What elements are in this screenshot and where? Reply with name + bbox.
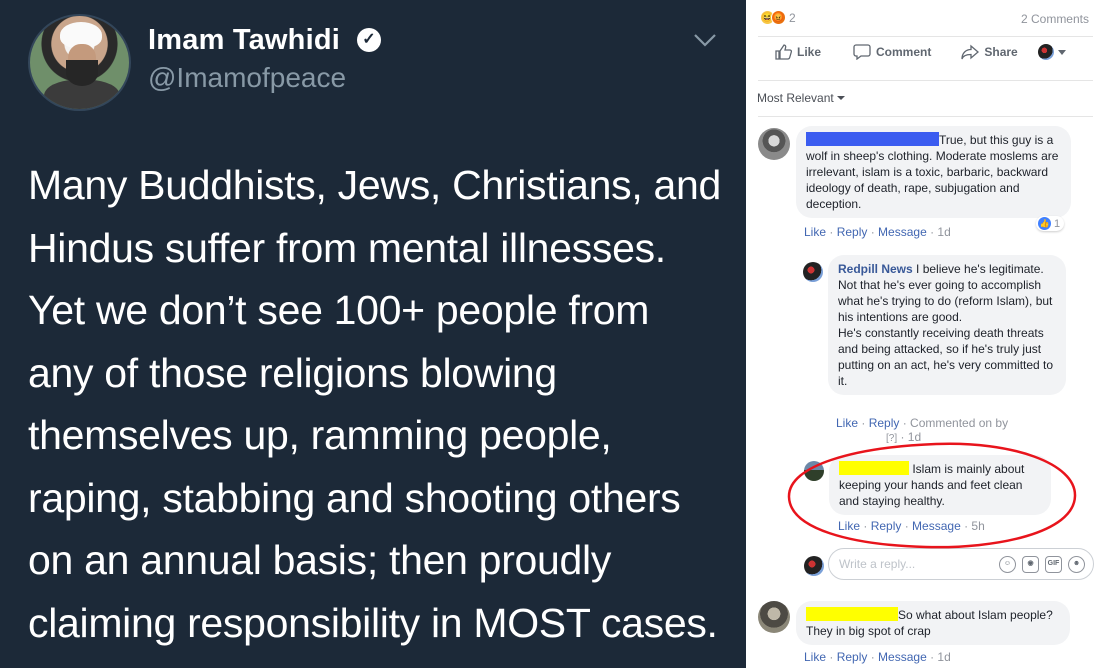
tweet-display-name[interactable]: Imam Tawhidi: [148, 24, 340, 57]
divider: [758, 80, 1093, 81]
comment-meta: Like · Reply · Message · 1d: [804, 650, 951, 664]
redacted-name: [839, 461, 909, 475]
page-avatar-icon: [1037, 44, 1054, 60]
comment-reply-link[interactable]: Reply: [871, 519, 902, 533]
comment-button[interactable]: Comment: [853, 44, 931, 60]
reply-input[interactable]: Write a reply... ☺ ◉ GIF ☻: [828, 548, 1094, 580]
comment-reply-link[interactable]: Reply: [837, 650, 868, 664]
chevron-down-icon[interactable]: [692, 30, 718, 50]
comment-bubble: So what about Islam people? They in big …: [796, 601, 1070, 645]
emoji-icon[interactable]: ☺: [999, 556, 1016, 573]
like-label: Like: [797, 45, 822, 59]
comment-reply-link[interactable]: Reply: [837, 225, 868, 239]
comment-like-link[interactable]: Like: [836, 416, 858, 430]
tweet-line: Hindus suffer from mental illnesses.: [28, 224, 666, 271]
tweet-text: Many Buddhists, Jews, Christians, and Hi…: [28, 154, 728, 654]
comment-text: He's constantly receiving death threats …: [838, 326, 1054, 388]
sticker-icon[interactable]: ☻: [1068, 556, 1085, 573]
comment-meta: Like · Reply · Message · 5h: [838, 519, 985, 533]
reactions-summary[interactable]: 😆 😡 2: [760, 10, 796, 25]
comment-time[interactable]: 1d: [937, 225, 950, 239]
comment-message-link[interactable]: Message: [878, 225, 927, 239]
reply-tools: ☺ ◉ GIF ☻: [999, 556, 1085, 573]
comment-meta: Like · Reply · Commented on by [?] · 1d: [836, 416, 1009, 444]
comment-label: Comment: [876, 45, 932, 59]
reply-placeholder: Write a reply...: [839, 557, 916, 571]
comment-sort-dropdown[interactable]: Most Relevant: [757, 91, 845, 105]
tweet-line: claiming responsibility in MOST cases.: [28, 599, 718, 646]
tweet-line: on an annual basis; then proudly: [28, 537, 612, 583]
redacted-name: [806, 132, 939, 146]
comment-bubble: True, but this guy is a wolf in sheep's …: [796, 126, 1071, 218]
share-label: Share: [984, 45, 1018, 59]
comment-time[interactable]: 5h: [971, 519, 984, 533]
sort-label: Most Relevant: [757, 91, 834, 105]
comment-author[interactable]: Redpill News: [838, 262, 913, 276]
tweet-line: themselves up, ramming people,: [28, 412, 612, 458]
comment-like-link[interactable]: Like: [804, 225, 826, 239]
comment-message-link[interactable]: Message: [912, 519, 961, 533]
comment-time[interactable]: 1d: [937, 650, 950, 664]
comment-message-link[interactable]: Message: [878, 650, 927, 664]
caret-down-icon: [1057, 49, 1066, 55]
comment-bubble: Islam is mainly about keeping your hands…: [829, 455, 1051, 515]
tweet-handle[interactable]: @Imamofpeace: [148, 62, 346, 94]
commenter-avatar[interactable]: [758, 601, 790, 633]
camera-icon[interactable]: ◉: [1022, 556, 1039, 573]
comment-bubble: Redpill News I believe he's legitimate. …: [828, 255, 1066, 395]
gif-icon[interactable]: GIF: [1045, 556, 1062, 573]
caret-down-icon: [836, 96, 845, 100]
commenter-avatar[interactable]: [758, 128, 790, 160]
post-actions-bar: Like Comment Share: [758, 44, 1093, 60]
comment-time[interactable]: 1d: [908, 430, 921, 444]
post-as-selector[interactable]: [1037, 44, 1066, 60]
comment-like-count[interactable]: 👍 1: [1036, 216, 1065, 231]
comment-like-link[interactable]: Like: [838, 519, 860, 533]
commenter-avatar[interactable]: [804, 461, 824, 481]
comment-meta: Like · Reply · Message · 1d: [804, 225, 951, 239]
replier-avatar: [804, 556, 824, 576]
commented-by-mark: [?]: [886, 433, 898, 444]
tweet-line: Many Buddhists, Jews, Christians, and: [28, 162, 722, 208]
reactions-count: 2: [789, 10, 796, 25]
commenter-avatar[interactable]: [803, 262, 823, 282]
share-button[interactable]: Share: [961, 44, 1018, 60]
comment-reply-link[interactable]: Reply: [869, 416, 900, 430]
commented-on-by: Commented on by: [910, 416, 1009, 430]
tweet-line: any of those religions blowing: [28, 349, 557, 396]
comment-like-link[interactable]: Like: [804, 650, 826, 664]
tweet-panel: Imam Tawhidi ✓ @Imamofpeace Many Buddhis…: [0, 0, 746, 668]
like-reaction-icon: 👍: [1038, 217, 1051, 230]
facebook-comments-panel: 😆 😡 2 2 Comments Like Comment Share Most…: [746, 0, 1103, 668]
thumbs-up-icon: [775, 44, 792, 60]
comment-icon: [853, 44, 871, 60]
divider: [758, 36, 1093, 37]
comments-count-link[interactable]: 2 Comments: [1021, 12, 1089, 26]
share-icon: [961, 44, 980, 60]
tweet-author-avatar[interactable]: [28, 14, 131, 111]
angry-reaction-icon: 😡: [771, 10, 786, 25]
verified-badge-icon: ✓: [357, 28, 381, 52]
divider: [758, 116, 1093, 117]
tweet-line: raping, stabbing and shooting others: [28, 474, 681, 521]
tweet-line: Yet we don’t see 100+ people from: [28, 287, 650, 333]
redacted-name: [806, 607, 898, 621]
like-button[interactable]: Like: [775, 44, 821, 60]
